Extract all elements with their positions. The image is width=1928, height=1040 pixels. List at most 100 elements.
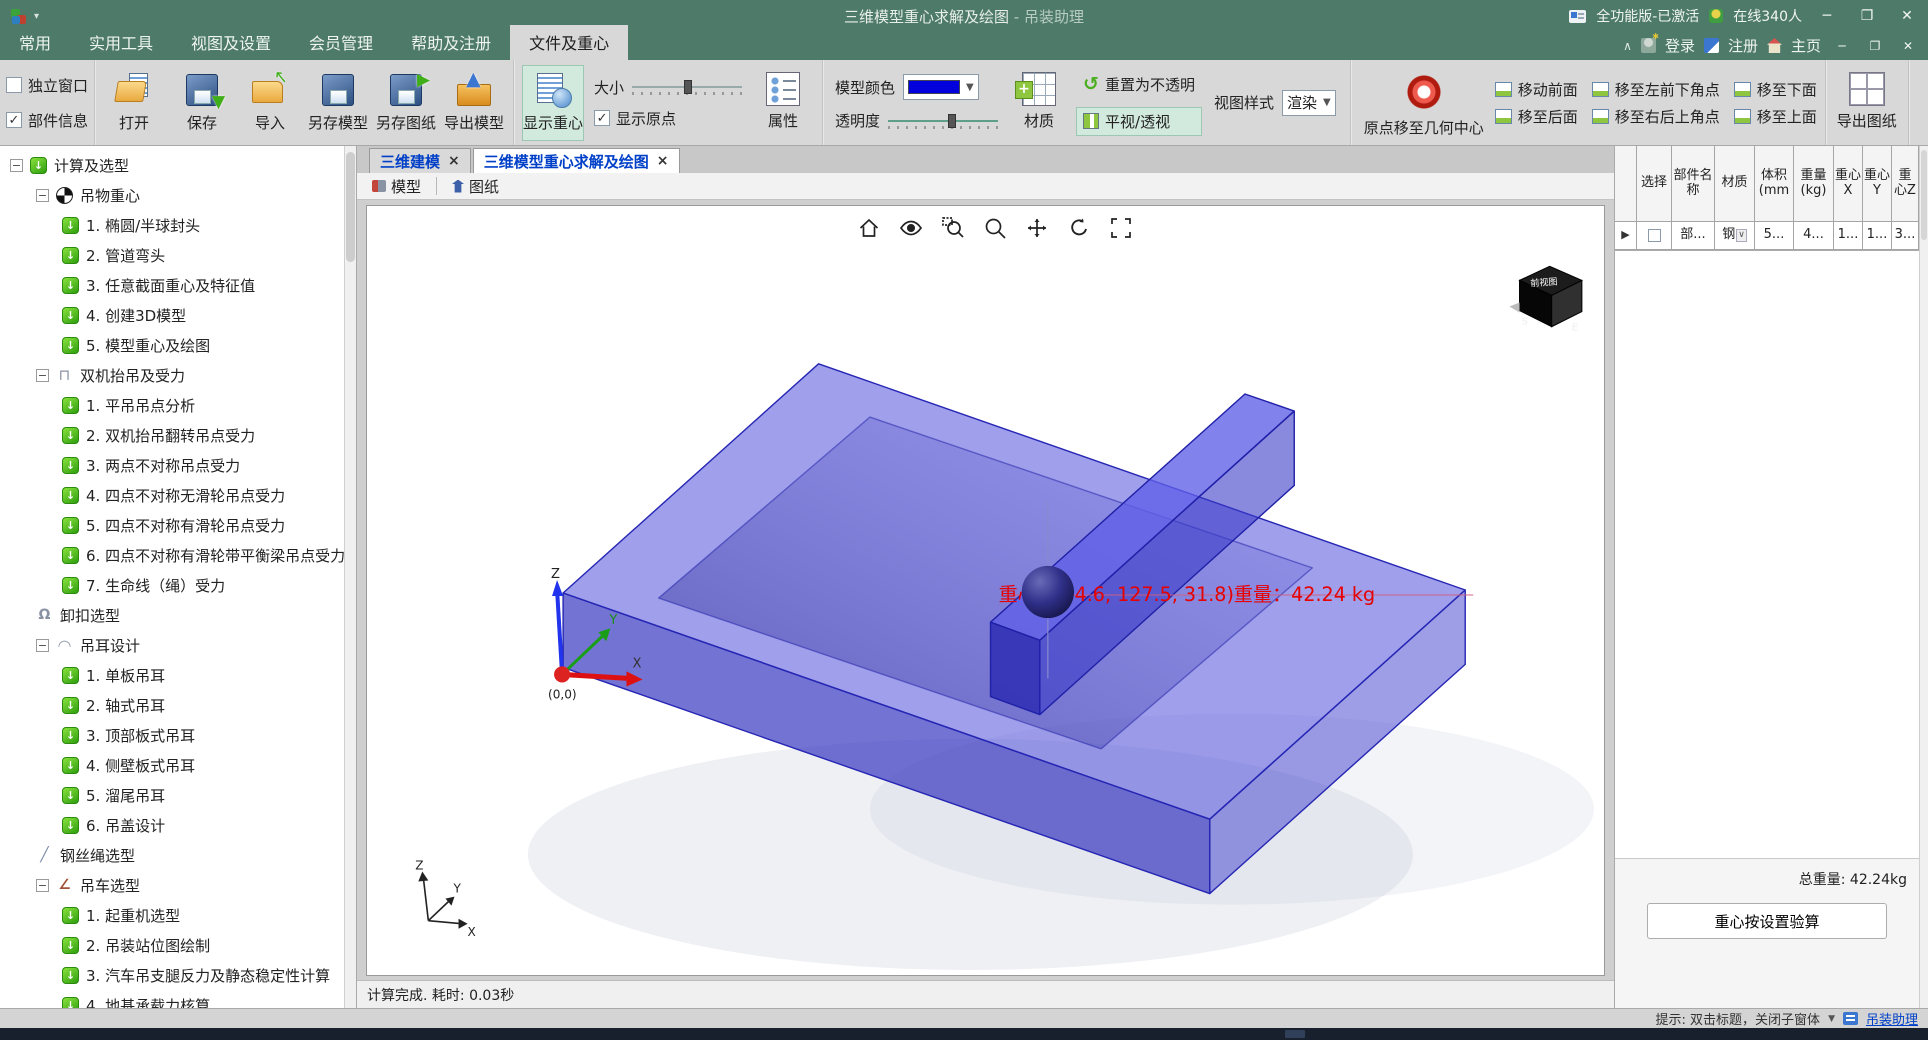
pan-icon[interactable]: [1023, 214, 1051, 242]
sidebar-scrollbar[interactable]: [344, 146, 356, 1008]
tree-item[interactable]: − 6. 吊盖设计: [0, 810, 344, 840]
cell-part-name[interactable]: 部...: [1672, 222, 1715, 250]
tree-item[interactable]: − 7. 生命线（绳）受力: [0, 570, 344, 600]
taskbar-app-icon[interactable]: [1285, 1030, 1305, 1038]
tree-item[interactable]: − 2. 双机抬吊翻转吊点受力: [0, 420, 344, 450]
reset-opaque-button[interactable]: ↺ 重置为不透明: [1076, 70, 1202, 99]
material-dropdown-icon[interactable]: ∨: [1736, 229, 1747, 241]
tree-item[interactable]: − 3. 任意截面重心及特征值: [0, 270, 344, 300]
zoom-window-icon[interactable]: [939, 214, 967, 242]
model-view-button[interactable]: 模型: [365, 174, 428, 199]
tree-item[interactable]: − 双机抬吊及受力: [0, 360, 344, 390]
tip-dropdown-icon[interactable]: ▼: [1828, 1014, 1835, 1024]
size-slider[interactable]: [632, 79, 742, 95]
menu-tab[interactable]: 文件及重心: [510, 25, 628, 60]
minimize-button[interactable]: ─: [1812, 5, 1842, 27]
tree-expander-icon[interactable]: −: [36, 189, 49, 202]
menu-tab[interactable]: 视图及设置: [172, 25, 290, 60]
file-button[interactable]: 打开: [103, 65, 165, 141]
tab-close-icon[interactable]: ×: [657, 153, 669, 169]
tree-item[interactable]: − 5. 模型重心及绘图: [0, 330, 344, 360]
tree-item[interactable]: − 4. 创建3D模型: [0, 300, 344, 330]
maximize-button[interactable]: ❐: [1852, 5, 1882, 27]
properties-button[interactable]: 属性: [752, 65, 814, 141]
menu-tab[interactable]: 实用工具: [70, 25, 172, 60]
part-info-checkbox[interactable]: ✓ 部件信息: [6, 110, 88, 131]
export-drawing-button[interactable]: 导出图纸: [1836, 65, 1898, 141]
move-face-button[interactable]: 移至上面: [1734, 106, 1817, 127]
login-button[interactable]: 登录: [1665, 35, 1695, 56]
tree-item[interactable]: − 1. 单板吊耳: [0, 660, 344, 690]
file-button[interactable]: ▼ 保存: [171, 65, 233, 141]
tree-item[interactable]: − 1. 平吊吊点分析: [0, 390, 344, 420]
tree-item[interactable]: − 5. 四点不对称有滑轮吊点受力: [0, 510, 344, 540]
menu-tab[interactable]: 常用: [0, 25, 70, 60]
tree-item[interactable]: − 钢丝绳选型: [0, 840, 344, 870]
minimize-child-button[interactable]: ─: [1830, 37, 1854, 55]
visibility-icon[interactable]: [897, 214, 925, 242]
tree-item[interactable]: − 计算及选型: [0, 150, 344, 180]
table-row[interactable]: ▶ 部... 钢∨ 5... 4... 1... 1... 3...: [1615, 222, 1919, 250]
restore-child-button[interactable]: ❐: [1863, 37, 1887, 55]
close-child-button[interactable]: ✕: [1896, 37, 1920, 55]
tree-item[interactable]: − 6. 四点不对称有滑轮带平衡梁吊点受力: [0, 540, 344, 570]
zoom-fit-icon[interactable]: [1107, 214, 1135, 242]
tree-item[interactable]: − 3. 汽车吊支腿反力及静态稳定性计算: [0, 960, 344, 990]
move-face-button[interactable]: 移至后面: [1495, 106, 1578, 127]
tree-expander-icon[interactable]: −: [10, 159, 23, 172]
tree-expander-icon[interactable]: −: [36, 639, 49, 652]
tree-item[interactable]: − 吊耳设计: [0, 630, 344, 660]
tree-item[interactable]: − 4. 地基承载力核算: [0, 990, 344, 1008]
tree-expander-icon[interactable]: −: [36, 369, 49, 382]
app-logo-icon[interactable]: [10, 7, 28, 25]
close-button[interactable]: ✕: [1892, 5, 1922, 27]
file-button[interactable]: ▶ 另存图纸: [375, 65, 437, 141]
cell-cg-z[interactable]: 3...: [1892, 222, 1919, 250]
drawing-view-button[interactable]: 图纸: [445, 174, 506, 199]
tree-item[interactable]: − 卸扣选型: [0, 600, 344, 630]
tree-item[interactable]: − 5. 溜尾吊耳: [0, 780, 344, 810]
app-menu-caret-icon[interactable]: ▾: [34, 11, 39, 22]
tree-item[interactable]: − 2. 管道弯头: [0, 240, 344, 270]
model-color-dropdown[interactable]: ▼: [903, 74, 979, 100]
move-face-button[interactable]: 移至左前下角点: [1592, 79, 1720, 100]
cell-material[interactable]: 钢∨: [1715, 222, 1755, 250]
transparency-slider[interactable]: [888, 113, 998, 129]
menu-tab[interactable]: 会员管理: [290, 25, 392, 60]
rotate-icon[interactable]: [1065, 214, 1093, 242]
file-button[interactable]: 另存模型: [307, 65, 369, 141]
tree-item[interactable]: − 吊车选型: [0, 870, 344, 900]
cell-weight[interactable]: 4...: [1794, 222, 1834, 250]
parallel-perspective-button[interactable]: 平视/透视: [1076, 107, 1202, 136]
3d-viewport[interactable]: 重心 (194.6, 127.5, 31.8)重量：42.24 kg Z: [366, 205, 1605, 976]
register-button[interactable]: 注册: [1728, 35, 1758, 56]
file-button[interactable]: ▲ 导出模型: [443, 65, 505, 141]
tree-item[interactable]: − 3. 顶部板式吊耳: [0, 720, 344, 750]
home-button[interactable]: 主页: [1791, 35, 1821, 56]
row-select-checkbox[interactable]: [1648, 229, 1661, 242]
right-edge-scrollbar[interactable]: [1919, 146, 1928, 1008]
collapse-ribbon-icon[interactable]: ∧: [1623, 39, 1632, 53]
verify-cg-button[interactable]: 重心按设置验算: [1647, 903, 1887, 939]
tab-close-icon[interactable]: ×: [448, 153, 460, 169]
show-cg-button[interactable]: 显示重心: [522, 65, 584, 141]
tree-item[interactable]: − 1. 起重机选型: [0, 900, 344, 930]
tree-item[interactable]: − 1. 椭圆/半球封头: [0, 210, 344, 240]
show-origin-checkbox[interactable]: ✓ 显示原点: [594, 108, 742, 129]
tree-item[interactable]: − 2. 轴式吊耳: [0, 690, 344, 720]
tree-expander-icon[interactable]: −: [36, 879, 49, 892]
document-tab[interactable]: 三维模型重心求解及绘图 ×: [473, 148, 680, 173]
cell-cg-y[interactable]: 1...: [1863, 222, 1892, 250]
home-view-icon[interactable]: [855, 214, 883, 242]
move-face-button[interactable]: 移至下面: [1734, 79, 1817, 100]
document-tab[interactable]: 三维建模 ×: [369, 148, 471, 173]
origin-to-center-button[interactable]: 原点移至几何中心: [1359, 67, 1489, 138]
independent-window-checkbox[interactable]: 独立窗口: [6, 75, 88, 96]
view-cube[interactable]: 前视图 S E: [1509, 266, 1581, 333]
tree-item[interactable]: − 3. 两点不对称吊点受力: [0, 450, 344, 480]
tree-item[interactable]: − 4. 侧壁板式吊耳: [0, 750, 344, 780]
cell-volume[interactable]: 5...: [1755, 222, 1794, 250]
tree-item[interactable]: − 4. 四点不对称无滑轮吊点受力: [0, 480, 344, 510]
material-button[interactable]: 材质: [1008, 65, 1070, 141]
file-button[interactable]: ↑ 导入: [239, 65, 301, 141]
